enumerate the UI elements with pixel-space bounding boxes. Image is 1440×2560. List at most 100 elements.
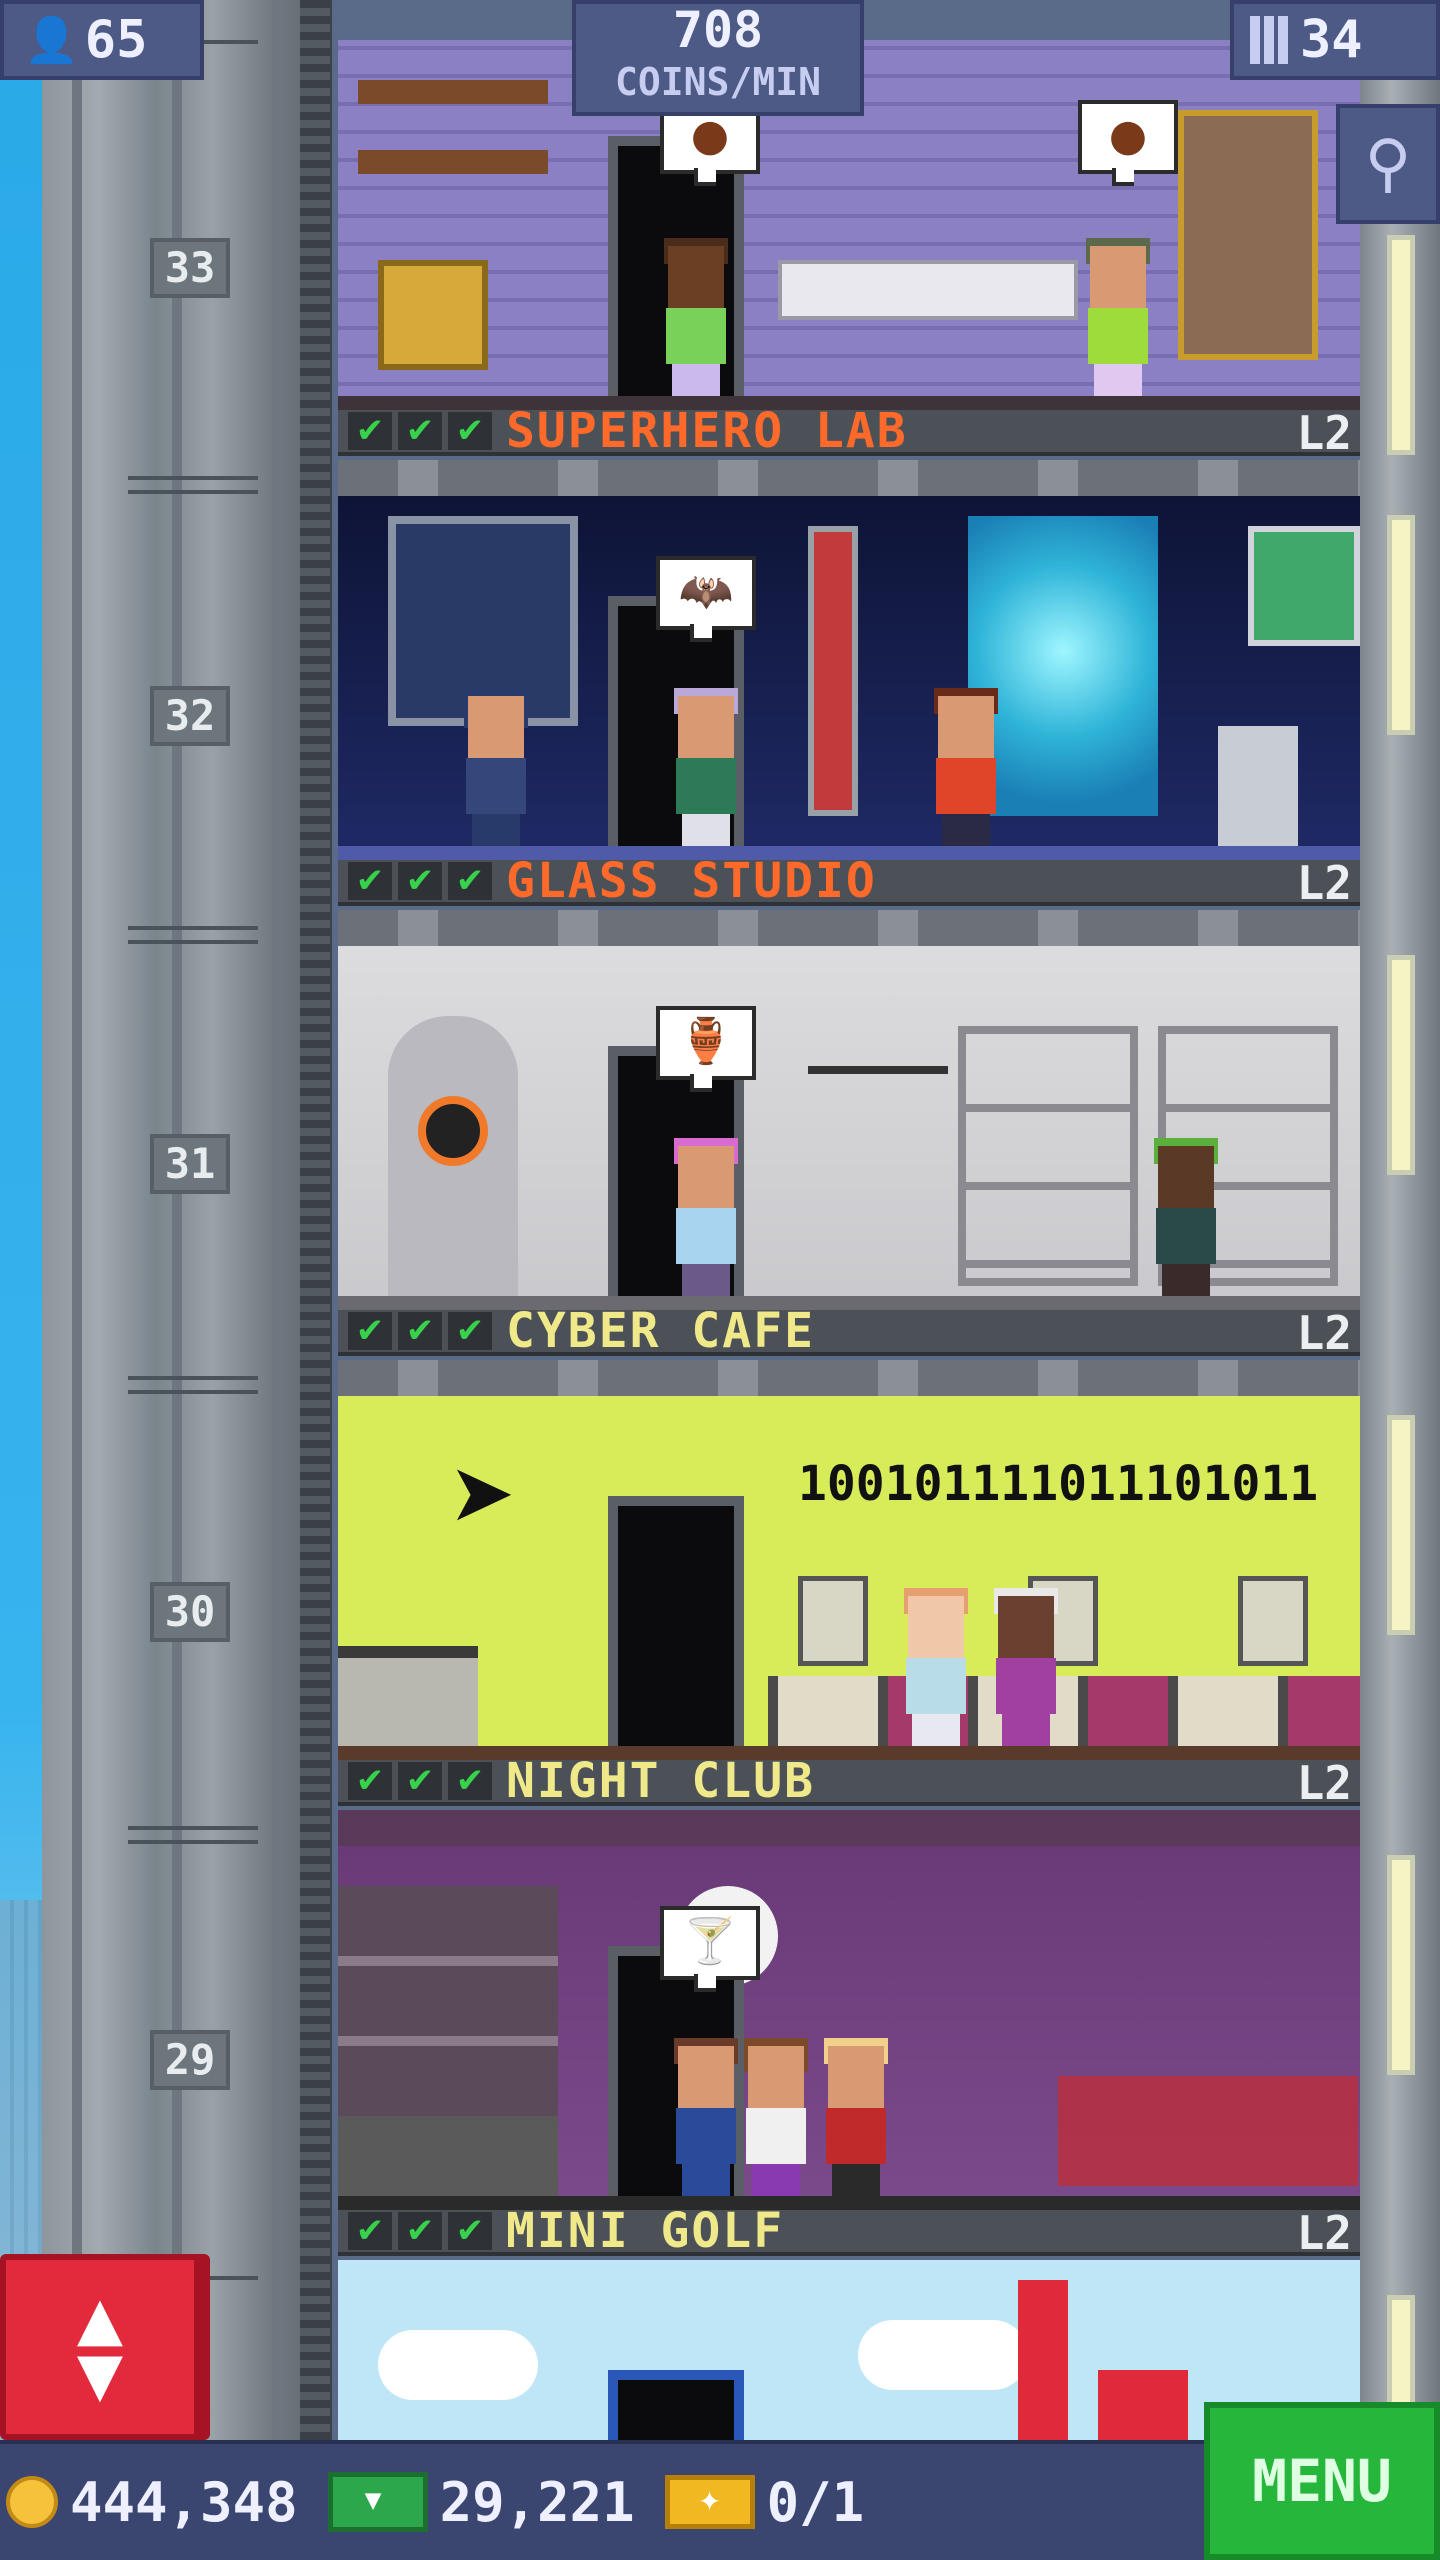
star-checks: ✔ ✔ ✔: [348, 1312, 492, 1350]
computer-terminal: [1218, 726, 1298, 846]
building-icon: [1250, 16, 1290, 64]
want-bubble[interactable]: 🍸: [660, 1906, 760, 1992]
shaft-rail: [300, 0, 330, 2440]
kiln-fire: [418, 1096, 488, 1166]
coins-stat[interactable]: 444,348: [6, 2471, 298, 2534]
check-icon: ✔: [348, 412, 392, 450]
star-checks: ✔ ✔ ✔: [348, 1762, 492, 1800]
shelf: [358, 80, 548, 104]
floor-level: L2: [1296, 860, 1352, 910]
computer: [1238, 1576, 1308, 1666]
map-screen: [1248, 526, 1360, 646]
visitor-person[interactable]: [988, 1588, 1064, 1746]
floor-number: 33: [150, 238, 230, 298]
floor-night-club[interactable]: ✔ ✔ ✔ NIGHT CLUB L2 🍸: [338, 1760, 1360, 2210]
want-bubble[interactable]: 🏺: [656, 1006, 756, 1092]
shelf: [358, 150, 548, 174]
cursor-icon: ➤: [448, 1446, 516, 1539]
check-icon: ✔: [448, 862, 492, 900]
star-checks: ✔ ✔ ✔: [348, 2212, 492, 2250]
population-counter[interactable]: 👤 65: [0, 0, 204, 80]
check-icon: ✔: [398, 1312, 442, 1350]
tickets-stat[interactable]: ✦ 0/1: [664, 2470, 865, 2534]
floor-number: 29: [150, 2030, 230, 2090]
floor-name: GLASS STUDIO: [506, 860, 877, 909]
visitor-person[interactable]: [668, 688, 744, 846]
room-interior: 🦇: [338, 496, 1360, 860]
coin-icon: [6, 2476, 58, 2528]
window: [1392, 1420, 1410, 1630]
worker-person[interactable]: [928, 688, 1004, 846]
check-icon: ✔: [398, 412, 442, 450]
check-icon: ✔: [398, 2212, 442, 2250]
dj-person[interactable]: [738, 2038, 814, 2196]
window: [1392, 960, 1410, 1170]
reception-desk: [338, 1646, 478, 1746]
floor-name: SUPERHERO LAB: [506, 410, 908, 459]
check-icon: ✔: [348, 862, 392, 900]
floor-number: 30: [150, 1582, 230, 1642]
ceiling: [338, 910, 1360, 946]
worker-person[interactable]: [1148, 1138, 1224, 1296]
star-checks: ✔ ✔ ✔: [348, 412, 492, 450]
window: [1392, 240, 1410, 450]
pot: [378, 260, 488, 370]
person-icon: 👤: [24, 15, 79, 66]
coins-value: 444,348: [70, 2470, 298, 2534]
want-bubble[interactable]: 🦇: [656, 556, 756, 642]
income-unit: COINS/MIN: [615, 60, 821, 104]
check-icon: ✔: [348, 1762, 392, 1800]
tickets-value: 0/1: [766, 2470, 865, 2534]
magnifier-icon: ⚲: [1364, 127, 1412, 201]
floor-superhero-lab[interactable]: ✔ ✔ ✔ SUPERHERO LAB L2 🦇: [338, 410, 1360, 860]
income-display: 708 COINS/MIN: [572, 0, 864, 116]
room-door: [608, 2370, 744, 2440]
up-arrow-icon: ▲: [76, 2284, 124, 2354]
floor-counter[interactable]: 34: [1230, 0, 1440, 80]
computer: [798, 1576, 868, 1666]
floor-glass-studio[interactable]: ✔ ✔ ✔ GLASS STUDIO L2 🏺: [338, 860, 1360, 1310]
floor-level: L2: [1296, 410, 1352, 460]
cocktail-icon: 🍸: [682, 1916, 738, 1967]
floor-cyber-cafe[interactable]: ✔ ✔ ✔ CYBER CAFE L2 ➤ 100101111011101011: [338, 1310, 1360, 1760]
check-icon: ✔: [448, 412, 492, 450]
city-building: [1098, 2370, 1188, 2440]
floor-strip: [338, 2196, 1360, 2210]
check-icon: ✔: [398, 862, 442, 900]
floor-header: ✔ ✔ ✔ CYBER CAFE L2: [338, 1310, 1360, 1360]
check-icon: ✔: [448, 1762, 492, 1800]
room-interior: 🏺: [338, 946, 1360, 1310]
want-bubble[interactable]: ●: [1078, 100, 1178, 186]
worker-person[interactable]: [818, 2038, 894, 2196]
income-value: 708: [672, 1, 764, 59]
floor-level: L2: [1296, 1310, 1352, 1360]
worker-person[interactable]: [1080, 238, 1156, 396]
room-interior: ➤ 100101111011101011: [338, 1396, 1360, 1760]
glass-shelf: [958, 1026, 1138, 1286]
visitor-person[interactable]: [668, 2038, 744, 2196]
floor-header: ✔ ✔ ✔ NIGHT CLUB L2: [338, 1760, 1360, 1809]
floor-name: MINI GOLF: [506, 2210, 785, 2259]
check-icon: ✔: [448, 1312, 492, 1350]
visitor-person[interactable]: [668, 1138, 744, 1296]
chocolate-icon: ●: [1108, 110, 1148, 161]
floor-strip: [338, 1296, 1360, 1310]
vase-icon: 🏺: [678, 1016, 734, 1067]
menu-button[interactable]: MENU: [1204, 2402, 1440, 2560]
floor-header: ✔ ✔ ✔ GLASS STUDIO L2: [338, 860, 1360, 910]
bux-icon: [327, 2472, 428, 2532]
binary-wall-text: 100101111011101011: [798, 1456, 1319, 1512]
floor-strip: [338, 1746, 1360, 1760]
floor-name: NIGHT CLUB: [506, 1760, 815, 1809]
visitor-person[interactable]: [898, 1588, 974, 1746]
worker-person[interactable]: [658, 238, 734, 396]
window: [1392, 1860, 1410, 2070]
bux-stat[interactable]: 29,221: [327, 2471, 635, 2534]
elevator-button[interactable]: ▲ ▼: [0, 2254, 200, 2440]
floor-number: 31: [150, 1134, 230, 1194]
batman-person[interactable]: [458, 688, 534, 846]
counter: [778, 260, 1078, 320]
menu-label: MENU: [1252, 2447, 1392, 2515]
check-icon: ✔: [348, 1312, 392, 1350]
search-button[interactable]: ⚲: [1336, 104, 1440, 224]
